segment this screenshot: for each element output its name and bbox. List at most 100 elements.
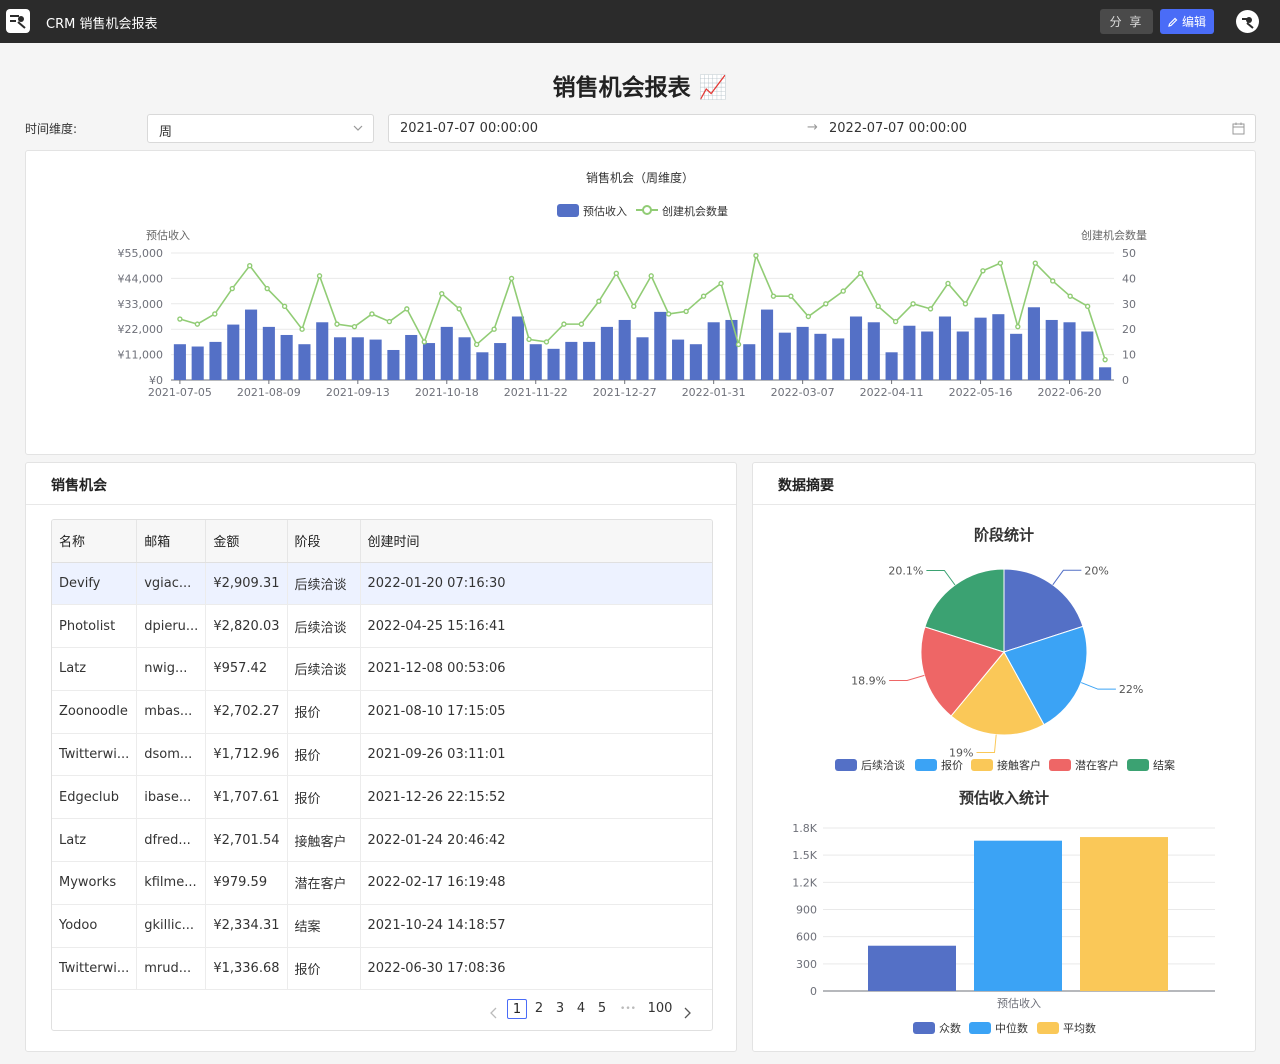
- count-point[interactable]: [980, 268, 986, 274]
- column-header-name[interactable]: 名称: [52, 520, 138, 563]
- edit-button[interactable]: 编辑: [1160, 9, 1214, 34]
- table-row[interactable]: Yodoo gkillic... ¥2,334.31 结案 2021-10-24 14:…: [52, 904, 712, 948]
- count-point[interactable]: [177, 316, 183, 322]
- revenue-bar[interactable]: [992, 314, 1005, 380]
- revenue-bar[interactable]: [262, 326, 275, 380]
- count-point[interactable]: [753, 252, 759, 259]
- count-point[interactable]: [386, 318, 393, 325]
- table-row[interactable]: Edgeclub ibase... ¥1,707.61 报价 2021-12-26 22…: [52, 775, 712, 820]
- page-3-button[interactable]: 3: [554, 999, 566, 1019]
- pie-legend-label[interactable]: 接触客户: [997, 758, 1041, 772]
- revenue-bar[interactable]: [707, 322, 720, 380]
- revenue-bar[interactable]: [1099, 367, 1112, 380]
- bar-legend-swatch[interactable]: [1037, 1022, 1059, 1034]
- revenue-bar[interactable]: [618, 319, 631, 380]
- date-end-input[interactable]: 2022-07-07 00:00:00: [829, 121, 967, 136]
- revenue-bar[interactable]: [298, 344, 311, 380]
- page-ellipsis[interactable]: •••: [618, 999, 638, 1019]
- count-point[interactable]: [473, 341, 480, 348]
- count-point[interactable]: [508, 275, 515, 282]
- bar-legend-label[interactable]: 众数: [939, 1022, 961, 1035]
- revenue-bar[interactable]: [440, 326, 453, 380]
- count-point[interactable]: [212, 311, 218, 317]
- revenue-bar[interactable]: [173, 344, 186, 380]
- revenue-bar[interactable]: [369, 339, 382, 380]
- pie-legend-swatch[interactable]: [1127, 759, 1149, 771]
- table-row[interactable]: Latz nwig... ¥957.42 后续洽谈 2021-12-08 00:53:0…: [52, 647, 712, 691]
- count-point[interactable]: [805, 313, 812, 320]
- revenue-bar[interactable]: [529, 344, 542, 380]
- count-point[interactable]: [962, 301, 969, 307]
- revenue-bar[interactable]: [280, 334, 293, 380]
- revenue-bar[interactable]: [725, 319, 738, 380]
- count-point[interactable]: [683, 308, 689, 315]
- count-point[interactable]: [578, 321, 585, 327]
- count-point[interactable]: [910, 301, 916, 307]
- revenue-bar[interactable]: [1027, 307, 1040, 380]
- bar-legend-swatch[interactable]: [913, 1022, 935, 1034]
- pie-legend-swatch[interactable]: [1049, 759, 1071, 771]
- revenue-bar[interactable]: [600, 326, 613, 380]
- revenue-bar[interactable]: [636, 337, 649, 380]
- count-point[interactable]: [840, 288, 846, 294]
- revenue-bar[interactable]: [760, 309, 774, 380]
- count-point[interactable]: [858, 270, 864, 277]
- revenue-bar[interactable]: [387, 349, 400, 380]
- count-point[interactable]: [945, 280, 951, 287]
- bar-legend-swatch[interactable]: [969, 1022, 991, 1034]
- count-point[interactable]: [351, 323, 358, 330]
- revenue-bar[interactable]: [351, 337, 364, 380]
- revenue-bar[interactable]: [672, 339, 685, 380]
- next-page-icon[interactable]: [683, 1003, 691, 1023]
- count-point[interactable]: [299, 326, 305, 332]
- count-point[interactable]: [927, 306, 934, 312]
- count-point[interactable]: [596, 298, 602, 304]
- revenue-bar[interactable]: [903, 325, 916, 380]
- revenue-bar[interactable]: [778, 332, 791, 380]
- count-point[interactable]: [491, 326, 497, 332]
- count-point[interactable]: [334, 321, 340, 327]
- column-header-created[interactable]: 创建时间: [360, 520, 712, 563]
- count-point[interactable]: [561, 321, 567, 327]
- revenue-bar[interactable]: [476, 352, 489, 380]
- count-point[interactable]: [875, 303, 881, 310]
- share-button[interactable]: 分 享: [1100, 9, 1153, 34]
- count-point[interactable]: [369, 311, 375, 317]
- count-point[interactable]: [526, 336, 532, 343]
- revenue-bar[interactable]: [405, 334, 418, 380]
- count-point[interactable]: [456, 306, 462, 312]
- revenue-bar[interactable]: [814, 333, 827, 380]
- count-point[interactable]: [700, 293, 707, 299]
- pie-legend-label[interactable]: 后续洽谈: [861, 758, 905, 772]
- pie-legend-label[interactable]: 报价: [941, 758, 963, 772]
- revenue-bar[interactable]: [885, 352, 898, 380]
- count-point[interactable]: [1015, 323, 1021, 330]
- count-point[interactable]: [247, 262, 253, 269]
- revenue-bar[interactable]: [565, 341, 578, 380]
- pie-legend-swatch[interactable]: [915, 759, 937, 771]
- revenue-bar[interactable]: [316, 322, 329, 380]
- count-point[interactable]: [665, 311, 672, 317]
- date-start-input[interactable]: 2021-07-07 00:00:00: [400, 121, 538, 136]
- revenue-bar[interactable]: [743, 344, 756, 380]
- avatar[interactable]: [1236, 10, 1259, 33]
- count-point[interactable]: [788, 293, 794, 299]
- count-point[interactable]: [543, 339, 550, 345]
- revenue-bar[interactable]: [654, 311, 667, 380]
- summary-bar[interactable]: [974, 840, 1062, 991]
- revenue-bar[interactable]: [209, 341, 222, 380]
- bar-legend-label[interactable]: 中位数: [995, 1021, 1028, 1035]
- revenue-bar[interactable]: [956, 331, 969, 380]
- chart-legend[interactable]: 预估收入 创建机会数量: [557, 204, 728, 218]
- count-point[interactable]: [718, 280, 724, 287]
- count-point[interactable]: [892, 318, 899, 325]
- table-row[interactable]: Myworks kfilme... ¥979.59 潜在客户 2022-02-17 16…: [52, 861, 712, 905]
- revenue-bar[interactable]: [1045, 319, 1058, 380]
- pie-legend-swatch[interactable]: [971, 759, 993, 771]
- pie-legend-swatch[interactable]: [835, 759, 857, 771]
- revenue-bar[interactable]: [1081, 331, 1094, 380]
- revenue-bar[interactable]: [333, 337, 347, 380]
- revenue-bar[interactable]: [583, 341, 596, 380]
- revenue-bar[interactable]: [974, 317, 987, 380]
- pie-legend-label[interactable]: 潜在客户: [1075, 758, 1119, 772]
